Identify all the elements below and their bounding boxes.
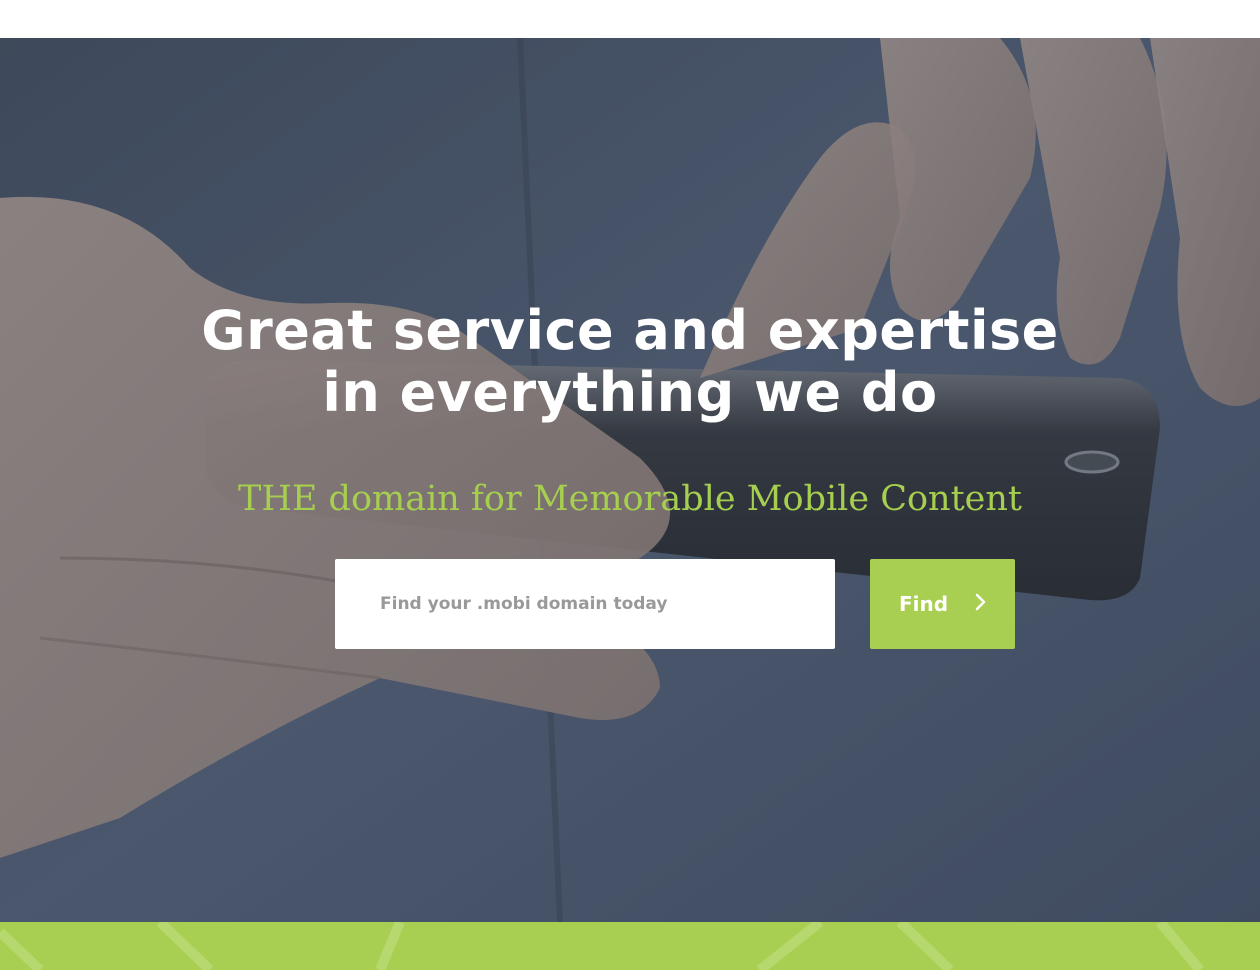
find-button[interactable]: Find — [870, 559, 1015, 649]
footer-pattern-band — [0, 922, 1260, 970]
domain-search-input[interactable] — [335, 559, 835, 649]
top-header-bar — [0, 0, 1260, 38]
find-button-label: Find — [899, 592, 949, 616]
hero-headline: Great service and expertise in everythin… — [130, 300, 1130, 424]
chevron-right-icon — [975, 593, 986, 611]
hero-headline-line-2: in everything we do — [322, 361, 938, 424]
hero-tagline: THE domain for Memorable Mobile Content — [238, 479, 1022, 519]
hero-section: Great service and expertise in everythin… — [0, 38, 1260, 922]
footer-pattern-decoration — [0, 922, 1204, 970]
hero-headline-line-1: Great service and expertise — [201, 299, 1059, 362]
